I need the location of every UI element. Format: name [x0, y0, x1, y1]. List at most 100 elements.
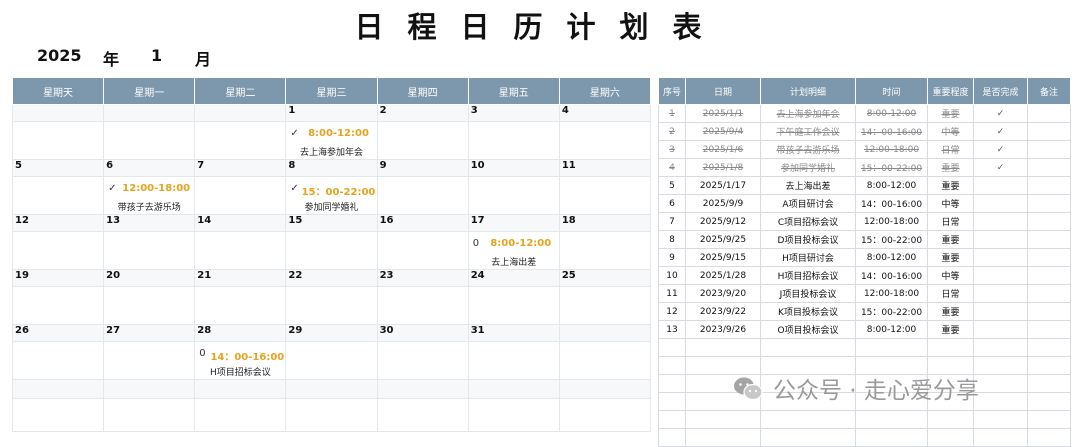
calendar-event: ✓ 8:00-12:00 去上海参加年会: [286, 122, 376, 159]
schedule-cell-detail: D项目投标会议: [760, 230, 856, 249]
schedule-column-header: 日期: [685, 77, 761, 105]
schedule-empty-cell: [760, 428, 856, 447]
event-cell: [558, 121, 652, 160]
schedule-cell-time: 14：00-16:00: [855, 266, 928, 285]
schedule-cell-note: [1027, 158, 1071, 177]
schedule-empty-cell: [760, 410, 856, 429]
date-cell: 20: [103, 269, 196, 287]
date-cell: 11: [558, 159, 652, 177]
page-title: 日程日历计划表: [354, 10, 726, 44]
date-cell: 25: [558, 269, 652, 287]
schedule-cell-priority: 中等: [927, 122, 974, 141]
schedule-empty-cell: [927, 410, 974, 429]
schedule-cell-note: [1027, 104, 1071, 123]
schedule-empty-cell: [658, 428, 686, 447]
schedule-cell-done: ✓: [973, 140, 1028, 159]
schedule-cell-done: ✓: [973, 158, 1028, 177]
schedule-cell-done: [973, 320, 1028, 339]
weekday-header: 星期三: [285, 77, 378, 105]
date-cell: 17: [467, 214, 560, 232]
schedule-cell-detail: K项目投标会议: [760, 302, 856, 321]
weekday-header: 星期四: [376, 77, 469, 105]
event-cell: [376, 286, 469, 325]
schedule-header-row: 序号 日期 计划明细 时间 重要程度 是否完成 备注: [658, 77, 1071, 105]
schedule-column-header: 备注: [1027, 77, 1071, 105]
event-description: 带孩子去游乐场: [117, 203, 181, 213]
year-value: 2025: [37, 46, 82, 65]
date-row: 19 20 21 22 23 24 25: [11, 269, 652, 287]
event-cell: [558, 286, 652, 325]
schedule-cell-time: 12:00-18:00: [855, 212, 928, 231]
schedule-cell-time: 15：00-22:00: [855, 302, 928, 321]
schedule-column-header: 是否完成: [973, 77, 1028, 105]
schedule-cell-date: 2025/1/28: [685, 266, 761, 285]
schedule-row: 12 2023/9/22 K项目投标会议 15：00-22:00 重要: [658, 302, 1071, 321]
event-time: 8:00-12:00: [490, 238, 552, 249]
event-cell: [285, 341, 378, 380]
blank-cell: [11, 398, 105, 432]
schedule-cell-note: [1027, 194, 1071, 213]
schedule-cell-no: 7: [658, 212, 686, 231]
schedule-row: 13 2023/9/26 O项目投标会议 8:00-12:00 重要: [658, 320, 1071, 339]
schedule-cell-detail: C项目招标会议: [760, 212, 856, 231]
schedule-cell-note: [1027, 248, 1071, 267]
date-row: 12 13 14 15 16 17 18: [11, 214, 652, 232]
date-cell: [194, 104, 287, 122]
schedule-cell-time: 12:00-18:00: [855, 284, 928, 303]
event-time: 14：00-16:00: [210, 352, 285, 363]
schedule-cell-time: 14：00-16:00: [855, 194, 928, 213]
date-cell: 4: [558, 104, 652, 122]
schedule-cell-note: [1027, 266, 1071, 285]
event-cell: [467, 341, 560, 380]
schedule-empty-cell: [1027, 428, 1071, 447]
date-cell: 6: [103, 159, 196, 177]
schedule-row: 6 2025/9/9 A项目研讨会 14：00-16:00 中等: [658, 194, 1071, 213]
schedule-cell-date: 2025/9/4: [685, 122, 761, 141]
event-cell: [558, 341, 652, 380]
date-cell: 23: [376, 269, 469, 287]
schedule-cell-note: [1027, 230, 1071, 249]
event-cell: [285, 286, 378, 325]
wechat-icon: [734, 377, 763, 401]
date-cell: 15: [285, 214, 378, 232]
date-cell: [558, 324, 652, 342]
date-cell: 27: [103, 324, 196, 342]
blank-cell: [285, 379, 378, 399]
schedule-cell-no: 12: [658, 302, 686, 321]
schedule-cell-note: [1027, 212, 1071, 231]
date-cell: 28: [194, 324, 287, 342]
schedule-cell-priority: 重要: [927, 104, 974, 123]
schedule-cell-note: [1027, 302, 1071, 321]
blank-cell: [103, 398, 196, 432]
blank-cell: [376, 398, 469, 432]
schedule-cell-detail: J项目投标会议: [760, 284, 856, 303]
date-cell: 13: [103, 214, 196, 232]
schedule-cell-detail: H项目研讨会: [760, 248, 856, 267]
event-cell: 0 14：00-16:00 H项目招标会议: [194, 341, 287, 380]
event-cell: [558, 176, 652, 215]
schedule-cell-time: 15：00-22:00: [855, 230, 928, 249]
schedule-cell-time: 12:00-18:00: [855, 140, 928, 159]
schedule-cell-detail: 下午庭工作会议: [760, 122, 856, 141]
date-cell: 1: [285, 104, 378, 122]
event-description: H项目招标会议: [209, 368, 271, 378]
event-row: 0 14：00-16:00 H项目招标会议: [11, 341, 652, 380]
schedule-cell-priority: 重要: [927, 248, 974, 267]
date-cell: 29: [285, 324, 378, 342]
schedule-cell-time: 8:00-12:00: [855, 320, 928, 339]
event-cell: [467, 286, 560, 325]
event-cell: [376, 121, 469, 160]
event-cell: [11, 176, 105, 215]
date-cell: 18: [558, 214, 652, 232]
calendar-grid: 星期天 星期一 星期二 星期三 星期四 星期五 星期六 1 2 3 4 ✓ 8:00-12:00 去上海…: [11, 77, 652, 432]
event-description: 去上海出差: [491, 258, 537, 268]
event-cell: [467, 121, 560, 160]
schedule-cell-priority: 中等: [927, 266, 974, 285]
date-cell: 3: [467, 104, 560, 122]
schedule-cell-date: 2025/9/25: [685, 230, 761, 249]
blank-cell: [376, 379, 469, 399]
watermark-text: 公众号 · 走心爱分享: [773, 378, 979, 404]
schedule-cell-date: 2023/9/20: [685, 284, 761, 303]
event-time: 12:00-18:00: [122, 183, 191, 194]
schedule-cell-date: 2025/9/12: [685, 212, 761, 231]
